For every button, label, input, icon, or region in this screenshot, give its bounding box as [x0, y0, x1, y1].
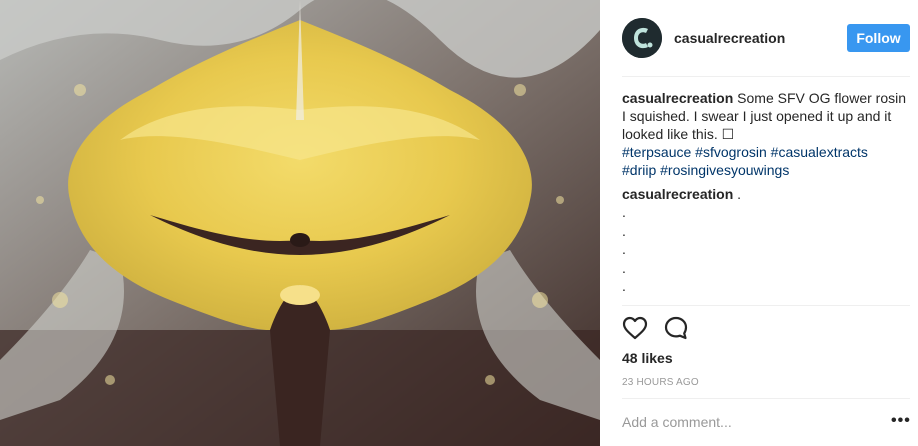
hashtag-link[interactable]: #sfvogrosin: [695, 144, 767, 160]
header-divider: [622, 76, 910, 77]
heart-outline-icon: [622, 316, 648, 340]
likes-count[interactable]: 48 likes: [622, 350, 673, 366]
more-options-button[interactable]: •••: [891, 412, 911, 430]
follow-button[interactable]: Follow: [847, 24, 910, 52]
post-photo[interactable]: [0, 0, 600, 446]
hashtag-link[interactable]: #rosingivesyouwings: [660, 162, 789, 178]
comment-dot-line: .: [622, 278, 626, 294]
caption-block: casualrecreation Some SFV OG flower rosi…: [622, 89, 912, 296]
post-timestamp[interactable]: 23 HOURS AGO: [622, 377, 699, 388]
hashtag-link[interactable]: #terpsauce: [622, 144, 691, 160]
action-bar: [622, 316, 688, 340]
speech-bubble-icon: [664, 316, 688, 340]
comment-username-link[interactable]: casualrecreation: [622, 186, 733, 202]
header-username-link[interactable]: casualrecreation: [674, 30, 785, 46]
avatar[interactable]: [622, 18, 662, 58]
caption-text: casualrecreation Some SFV OG flower rosi…: [622, 89, 912, 179]
avatar-logo-icon: [622, 18, 662, 58]
comment-divider: [622, 398, 910, 399]
post-header: casualrecreation Follow: [600, 0, 918, 76]
like-button[interactable]: [622, 316, 648, 340]
comment-body: .: [733, 186, 742, 202]
rosin-photo-image: [0, 0, 600, 446]
comment-dot-line: .: [622, 222, 626, 239]
actions-divider: [622, 305, 910, 306]
post-sidebar: casualrecreation Follow casualrecreation…: [600, 0, 918, 446]
comment-item: casualrecreation . . . . . .: [622, 185, 912, 296]
hashtag-link[interactable]: #casualextracts: [771, 144, 868, 160]
caption-username-link[interactable]: casualrecreation: [622, 90, 733, 106]
comment-button[interactable]: [664, 316, 688, 340]
comment-dots: . . . . .: [622, 203, 912, 296]
hashtag-link[interactable]: #driip: [622, 162, 656, 178]
comment-dot-line: .: [622, 241, 626, 257]
comment-dot-line: .: [622, 259, 626, 276]
emoji-box-glyph: ☐: [721, 126, 735, 142]
comment-dot-line: .: [622, 204, 626, 220]
add-comment-input[interactable]: [622, 410, 852, 434]
